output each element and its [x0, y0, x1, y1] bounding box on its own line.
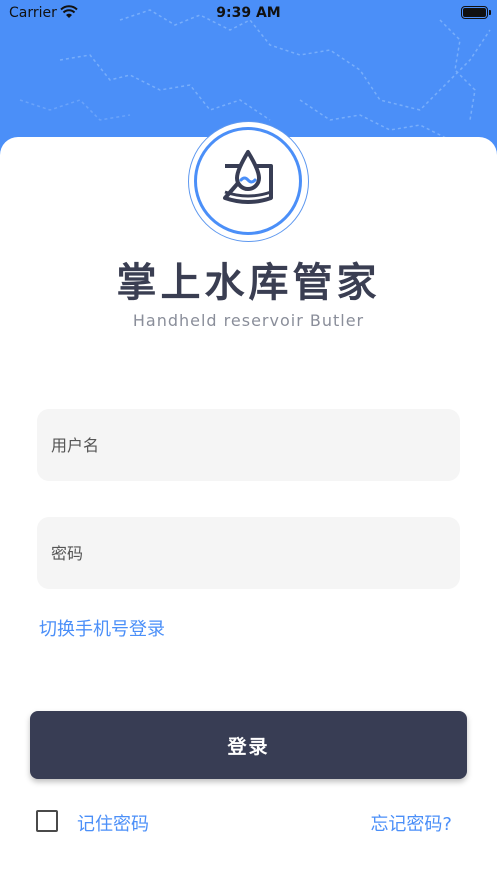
forgot-password-link[interactable]: 忘记密码?: [370, 810, 452, 836]
remember-password-label[interactable]: 记住密码: [77, 810, 149, 836]
password-input[interactable]: [37, 517, 460, 589]
login-button[interactable]: 登录: [30, 711, 467, 779]
status-time: 9:39 AM: [216, 5, 281, 21]
app-logo: [188, 121, 309, 242]
battery-level: [463, 8, 486, 17]
username-field-container: [37, 409, 460, 481]
switch-phone-login-link[interactable]: 切换手机号登录: [39, 615, 165, 641]
password-field-container: [37, 517, 460, 589]
username-input[interactable]: [37, 409, 460, 481]
logo-inner-circle: [194, 127, 302, 235]
battery-icon: [461, 6, 491, 19]
remember-password-checkbox[interactable]: [36, 810, 58, 832]
status-bar: Carrier 9:39 AM: [0, 0, 497, 28]
reservoir-drop-icon: [223, 150, 273, 204]
app-subtitle: Handheld reservoir Butler: [132, 311, 365, 330]
app-title: 掌上水库管家: [116, 260, 381, 306]
login-screen: Carrier 9:39 AM 掌上水库管家 Handheld reservoi…: [0, 0, 497, 883]
